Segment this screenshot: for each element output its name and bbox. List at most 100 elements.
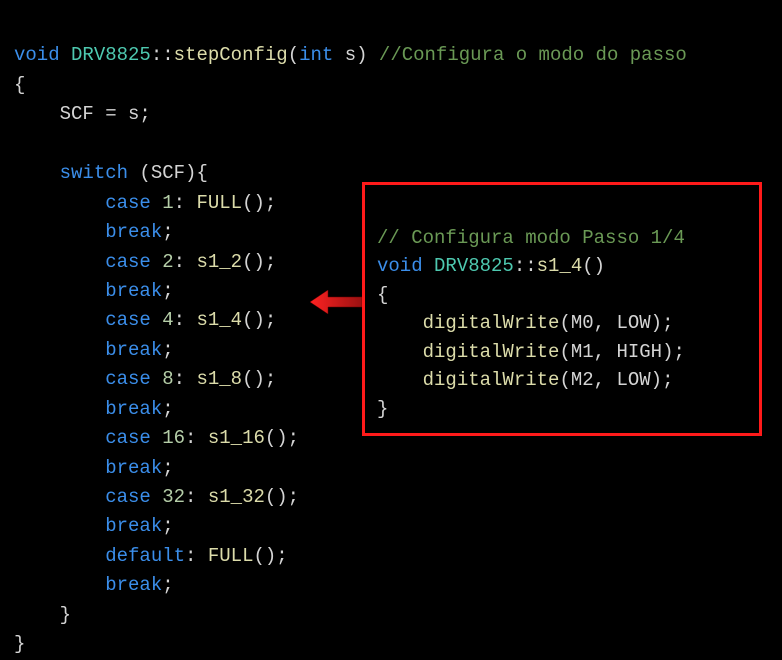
colon: : <box>185 545 208 567</box>
indent <box>14 427 105 449</box>
function-name: stepConfig <box>174 44 288 66</box>
paren-close: ); <box>651 369 674 391</box>
paren-close: ); <box>662 341 685 363</box>
indent <box>14 604 60 626</box>
indent <box>14 221 105 243</box>
semi: ; <box>162 280 173 302</box>
number: 4 <box>162 309 173 331</box>
keyword-int: int <box>299 44 333 66</box>
keyword-break: break <box>105 574 162 596</box>
indent <box>14 574 105 596</box>
colon: : <box>174 368 197 390</box>
class-name: DRV8825 <box>71 44 151 66</box>
keyword-case: case <box>105 427 151 449</box>
scope-op: :: <box>514 255 537 277</box>
brace-close: } <box>377 398 388 420</box>
call: s1_16 <box>208 427 265 449</box>
indent <box>14 251 105 273</box>
indent <box>14 368 105 390</box>
function-name: s1_4 <box>537 255 583 277</box>
number: 1 <box>162 192 173 214</box>
indent <box>377 369 423 391</box>
paren: (); <box>253 545 287 567</box>
number: 32 <box>162 486 185 508</box>
keyword-break: break <box>105 339 162 361</box>
indent <box>14 162 60 184</box>
number: 16 <box>162 427 185 449</box>
indent <box>377 341 423 363</box>
paren-open: ( <box>288 44 299 66</box>
colon: : <box>185 486 208 508</box>
keyword-break: break <box>105 280 162 302</box>
semi: ; <box>162 221 173 243</box>
args: (M0, <box>559 312 616 334</box>
keyword-case: case <box>105 486 151 508</box>
paren: (); <box>242 309 276 331</box>
indent <box>14 457 105 479</box>
indent <box>14 545 105 567</box>
call: digitalWrite <box>423 369 560 391</box>
class-name: DRV8825 <box>434 255 514 277</box>
args: (M1, <box>559 341 616 363</box>
brace-close: } <box>14 633 25 655</box>
keyword-switch: switch <box>60 162 128 184</box>
colon: : <box>174 309 197 331</box>
call: s1_2 <box>196 251 242 273</box>
semi: ; <box>162 398 173 420</box>
comment: // Configura modo Passo 1/4 <box>377 227 685 249</box>
const: HIGH <box>616 341 662 363</box>
indent <box>14 486 105 508</box>
keyword-default: default <box>105 545 185 567</box>
number: 8 <box>162 368 173 390</box>
colon: : <box>174 251 197 273</box>
keyword-break: break <box>105 515 162 537</box>
brace-open: { <box>377 284 388 306</box>
number: 2 <box>162 251 173 273</box>
indent <box>377 312 423 334</box>
call: digitalWrite <box>423 312 560 334</box>
call: digitalWrite <box>423 341 560 363</box>
callout-box: // Configura modo Passo 1/4 void DRV8825… <box>362 182 762 436</box>
indent <box>14 309 105 331</box>
semi: ; <box>162 574 173 596</box>
semi: ; <box>162 339 173 361</box>
paren: (); <box>265 427 299 449</box>
semi: ; <box>162 515 173 537</box>
indent <box>14 339 105 361</box>
call: FULL <box>208 545 254 567</box>
keyword-void: void <box>14 44 60 66</box>
indent <box>14 515 105 537</box>
colon: : <box>174 192 197 214</box>
call: s1_32 <box>208 486 265 508</box>
keyword-break: break <box>105 398 162 420</box>
keyword-case: case <box>105 192 151 214</box>
semi: ; <box>162 457 173 479</box>
paren: (); <box>265 486 299 508</box>
call: FULL <box>196 192 242 214</box>
param: s) <box>333 44 379 66</box>
indent <box>14 398 105 420</box>
arrow-icon <box>310 290 362 314</box>
brace-open: { <box>14 74 25 96</box>
args: (M2, <box>559 369 616 391</box>
brace-close: } <box>60 604 71 626</box>
keyword-void: void <box>377 255 423 277</box>
stmt-assign: SCF = s; <box>60 103 151 125</box>
indent <box>14 280 105 302</box>
keyword-case: case <box>105 251 151 273</box>
paren-close: ); <box>651 312 674 334</box>
colon: : <box>185 427 208 449</box>
const: LOW <box>616 369 650 391</box>
keyword-case: case <box>105 368 151 390</box>
switch-rest: (SCF){ <box>128 162 208 184</box>
comment: //Configura o modo do passo <box>379 44 687 66</box>
scope-op: :: <box>151 44 174 66</box>
paren: (); <box>242 368 276 390</box>
indent <box>14 103 60 125</box>
keyword-break: break <box>105 221 162 243</box>
call: s1_8 <box>196 368 242 390</box>
indent <box>14 192 105 214</box>
paren: (); <box>242 251 276 273</box>
paren: (); <box>242 192 276 214</box>
call: s1_4 <box>196 309 242 331</box>
